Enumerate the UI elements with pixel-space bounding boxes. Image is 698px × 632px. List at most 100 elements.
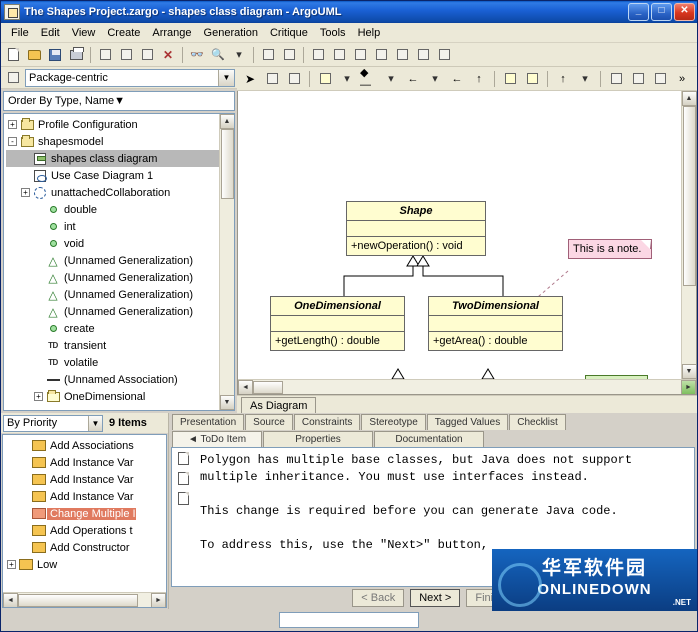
layout-button[interactable]: ↑: [553, 69, 573, 89]
new-usecase-diagram-button[interactable]: [329, 45, 349, 65]
maximize-button[interactable]: □: [651, 3, 672, 21]
scroll-up-button[interactable]: ▲: [219, 114, 234, 129]
todo-list-item[interactable]: Add Instance Var: [5, 471, 166, 488]
scroll-track[interactable]: [681, 106, 696, 364]
tree-item[interactable]: (Unnamed Association): [6, 371, 234, 388]
menu-tools[interactable]: Tools: [314, 25, 352, 41]
interface-tool-button[interactable]: [522, 69, 542, 89]
critic-icon[interactable]: [177, 452, 189, 465]
tab-as-diagram[interactable]: As Diagram: [241, 397, 317, 413]
tree-item[interactable]: Use Case Diagram 1: [6, 167, 234, 184]
tree-item[interactable]: △ (Unnamed Generalization): [6, 269, 234, 286]
new-activity-diagram-button[interactable]: [371, 45, 391, 65]
todo-list[interactable]: Add Associations Add Instance Var Add Inst…: [2, 434, 167, 608]
tree-item[interactable]: shapes class diagram: [6, 150, 234, 167]
todo-toggle[interactable]: +: [5, 560, 18, 569]
association-tool-button[interactable]: ◆—: [359, 67, 379, 91]
navigate-back-button[interactable]: [258, 45, 278, 65]
todo-list-item[interactable]: Add Instance Var: [5, 454, 166, 471]
tree-item[interactable]: △ (Unnamed Generalization): [6, 286, 234, 303]
scroll-track[interactable]: [219, 129, 234, 395]
todo-horizontal-scrollbar[interactable]: ◄ ►: [3, 592, 166, 607]
scroll-right-button[interactable]: ►: [151, 592, 166, 607]
tab-presentation[interactable]: Presentation: [172, 414, 245, 430]
tab-documentation[interactable]: Documentation: [374, 431, 484, 447]
todo-list-item[interactable]: Add Associations: [5, 437, 166, 454]
scroll-up-button[interactable]: ▲: [681, 91, 696, 106]
todo-list-item[interactable]: + Low: [5, 556, 166, 573]
scroll-thumb[interactable]: [253, 380, 283, 394]
paste-button[interactable]: [137, 45, 157, 65]
tree-item[interactable]: void: [6, 235, 234, 252]
new-class-diagram-button[interactable]: [308, 45, 328, 65]
menu-help[interactable]: Help: [352, 25, 387, 41]
model-tree[interactable]: + Profile Configuration - shapesmodel shapes…: [3, 113, 235, 411]
canvas-horizontal-scrollbar[interactable]: ◄ ►: [238, 379, 696, 394]
wizard-back-button[interactable]: < Back: [352, 589, 405, 607]
save-button[interactable]: [45, 45, 65, 65]
distribute-button[interactable]: [650, 69, 670, 89]
explorer-order-combo[interactable]: Order By Type, Name ▼: [3, 91, 235, 111]
align-horizontal-button[interactable]: [606, 69, 626, 89]
todo-list-item[interactable]: Add Constructor: [5, 539, 166, 556]
association-tool-dropdown[interactable]: ▾: [381, 69, 401, 89]
chevron-down-icon[interactable]: ▼: [218, 69, 234, 86]
align-vertical-button[interactable]: [628, 69, 648, 89]
scroll-right-button[interactable]: ►: [681, 379, 696, 394]
tree-item[interactable]: △ (Unnamed Generalization): [6, 252, 234, 269]
scroll-down-button[interactable]: ▼: [219, 395, 234, 410]
package-tool-button[interactable]: [500, 69, 520, 89]
broom-tool-button[interactable]: [262, 69, 282, 89]
tree-item[interactable]: + Profile Configuration: [6, 116, 234, 133]
scroll-down-button[interactable]: ▼: [681, 364, 696, 379]
print-button[interactable]: [66, 45, 86, 65]
tree-toggle[interactable]: +: [19, 188, 32, 197]
tree-item[interactable]: double: [6, 201, 234, 218]
new-sequence-diagram-button[interactable]: [434, 45, 454, 65]
tree-item[interactable]: create: [6, 320, 234, 337]
close-button[interactable]: ✕: [674, 3, 695, 21]
menu-create[interactable]: Create: [101, 25, 146, 41]
menu-edit[interactable]: Edit: [35, 25, 66, 41]
dependency-tool-dropdown[interactable]: ▾: [425, 69, 445, 89]
find-button[interactable]: 👓: [187, 45, 207, 65]
menu-arrange[interactable]: Arrange: [146, 25, 197, 41]
tree-item[interactable]: + OneDimensional: [6, 388, 234, 405]
explorer-config-button[interactable]: [3, 68, 23, 88]
tree-item[interactable]: int: [6, 218, 234, 235]
tree-toggle[interactable]: -: [6, 137, 19, 146]
tab-todo-item[interactable]: ◄ ToDo Item: [172, 431, 262, 447]
menu-generation[interactable]: Generation: [198, 25, 264, 41]
tab-stereotype[interactable]: Stereotype: [361, 414, 426, 430]
class-node-twodimensional[interactable]: TwoDimensional +getArea() : double: [428, 296, 563, 351]
tab-source[interactable]: Source: [245, 414, 293, 430]
todo-sort-combo[interactable]: By Priority ▼: [3, 414, 103, 432]
dependency-tool-button[interactable]: ←: [403, 69, 423, 89]
perspective-combo[interactable]: Package-centric ▼: [25, 68, 235, 87]
tree-toggle[interactable]: +: [6, 120, 19, 129]
chevron-down-icon[interactable]: ▼: [88, 415, 102, 431]
copy-button[interactable]: [116, 45, 136, 65]
cut-button[interactable]: [95, 45, 115, 65]
tree-item[interactable]: TD volatile: [6, 354, 234, 371]
tree-item[interactable]: TD transient: [6, 337, 234, 354]
comment-tool-button[interactable]: [284, 69, 304, 89]
tree-vertical-scrollbar[interactable]: ▲ ▼: [219, 114, 234, 410]
tree-toggle[interactable]: +: [32, 392, 45, 401]
critic-icon[interactable]: [177, 472, 189, 485]
menu-file[interactable]: File: [5, 25, 35, 41]
zoom-dropdown[interactable]: ▾: [229, 45, 249, 65]
canvas-vertical-scrollbar[interactable]: ▲ ▼: [681, 91, 696, 379]
todo-list-item[interactable]: Add Operations t: [5, 522, 166, 539]
navigate-forward-button[interactable]: [279, 45, 299, 65]
select-tool-button[interactable]: ➤: [240, 69, 260, 89]
scroll-thumb[interactable]: [18, 593, 138, 607]
tree-item[interactable]: + unattachedCollaboration: [6, 184, 234, 201]
scroll-left-button[interactable]: ◄: [3, 592, 18, 607]
new-deployment-diagram-button[interactable]: [413, 45, 433, 65]
delete-button[interactable]: ✕: [158, 45, 178, 65]
menu-critique[interactable]: Critique: [264, 25, 314, 41]
scroll-left-button[interactable]: ◄: [238, 379, 253, 394]
class-tool-dropdown[interactable]: ▾: [337, 69, 357, 89]
critic-icon[interactable]: [177, 492, 189, 505]
